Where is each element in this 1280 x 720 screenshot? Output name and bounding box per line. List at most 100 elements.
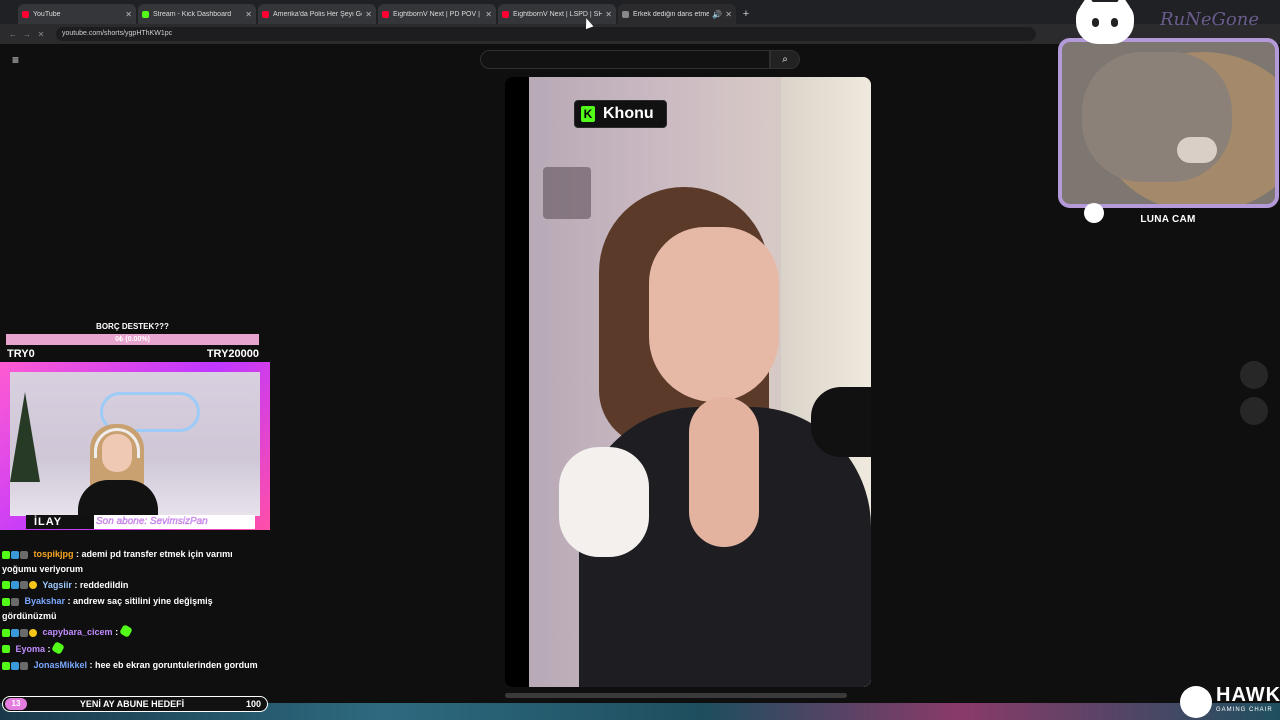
youtube-favicon-icon xyxy=(382,10,389,18)
browser-tab[interactable]: EightbornV Next | PD POV | #2 ✕ xyxy=(378,4,496,24)
sub-badge-icon xyxy=(11,661,19,670)
wall-decor xyxy=(543,167,591,219)
youtube-favicon-icon xyxy=(22,10,29,18)
kick-favicon-icon xyxy=(142,10,149,18)
chat-panel: tospikjpg : ademi pd transfer etmek için… xyxy=(2,547,260,675)
chat-username[interactable]: Yagsiir xyxy=(42,580,72,590)
cam-label: LUNA CAM xyxy=(1140,214,1196,225)
search-button[interactable]: ⌕ xyxy=(770,50,800,69)
close-tab-icon[interactable]: ✕ xyxy=(365,10,372,19)
video-progress-bar[interactable] xyxy=(505,693,847,698)
chat-badges xyxy=(2,548,29,562)
close-tab-icon[interactable]: ✕ xyxy=(485,10,492,19)
browser-tab-active[interactable]: Erkek dediğin dans etmeyi 🔊 ✕ xyxy=(618,4,736,24)
search-icon: ⌕ xyxy=(782,54,788,65)
cat-paw xyxy=(1177,137,1217,163)
tab-title: YouTube xyxy=(33,10,61,18)
tab-title: Amerika'da Polis Her Şeyi Görü xyxy=(273,10,363,18)
sponsor-logo: HAWK GAMING CHAIR xyxy=(1180,684,1280,718)
tab-title: Stream - Kick Dashboard xyxy=(153,10,232,18)
new-tab-button[interactable]: + xyxy=(738,4,754,24)
close-tab-icon[interactable]: ✕ xyxy=(605,10,612,19)
globe-favicon-icon xyxy=(622,10,629,18)
browser-tab[interactable]: YouTube ✕ xyxy=(18,4,136,24)
streamer-name: İLAY xyxy=(26,515,96,529)
browser-tab[interactable]: EightbornV Next | LSPD | SHIT ✕ xyxy=(498,4,616,24)
latest-sub-ticker: Son abone: SevimsizPan xyxy=(94,515,255,529)
brand-logo: RuNeGone xyxy=(1160,9,1260,30)
kick-logo-icon: K xyxy=(581,106,595,122)
chat-message: capybara_cicem : xyxy=(2,624,260,640)
youtube-favicon-icon xyxy=(502,10,509,18)
youtube-favicon-icon xyxy=(262,10,269,18)
browser-tab[interactable]: Stream - Kick Dashboard ✕ xyxy=(138,4,256,24)
person-hand xyxy=(689,397,759,547)
kick-badge-icon xyxy=(2,645,10,654)
donation-goal-bar: 0₺ (0.00%) xyxy=(6,334,259,345)
channel-watermark: K Khonu xyxy=(574,100,667,128)
kick-emote-icon xyxy=(51,640,65,655)
chat-badges xyxy=(2,642,11,656)
donation-goal-min: TRY0 xyxy=(7,348,35,360)
person-face xyxy=(649,227,779,402)
chat-badges xyxy=(2,659,29,673)
chat-username[interactable]: tospikjpg xyxy=(34,549,74,559)
stop-loading-icon[interactable]: ✕ xyxy=(34,30,48,39)
chat-badges xyxy=(2,626,38,640)
microphone xyxy=(811,387,871,457)
chat-text: hee eb ekran goruntulerinden gordum xyxy=(95,660,258,671)
coin-badge-icon xyxy=(29,581,37,590)
tier-badge-icon xyxy=(20,628,28,637)
chat-message: Yagsiir : reddedildin xyxy=(2,578,260,593)
donation-goal-progress: 0₺ (0.00%) xyxy=(115,336,150,343)
chat-username[interactable]: capybara_cicem xyxy=(43,627,113,637)
sub-badge-icon xyxy=(11,581,19,590)
sub-goal-label: YENİ AY ABUNE HEDEFİ xyxy=(79,699,185,709)
tier-badge-icon xyxy=(20,581,28,590)
chat-username[interactable]: JonasMikkel xyxy=(34,660,88,670)
screen: YouTube ✕ Stream - Kick Dashboard ✕ Amerik… xyxy=(0,0,1280,720)
kick-badge-icon xyxy=(2,661,10,670)
sub-goal-bar: 13 YENİ AY ABUNE HEDEFİ 100 xyxy=(2,696,268,712)
kick-badge-icon xyxy=(2,628,10,637)
browser-tab[interactable]: Amerika'da Polis Her Şeyi Görü ✕ xyxy=(258,4,376,24)
watermark-text: Khonu xyxy=(603,105,654,122)
streamer-torso xyxy=(78,480,158,516)
webcam-feed xyxy=(10,372,260,516)
tab-title: Erkek dediğin dans etmeyi xyxy=(633,10,710,18)
search-input[interactable] xyxy=(480,50,770,69)
shorts-player[interactable]: K Khonu xyxy=(505,77,871,687)
sub-badge-icon xyxy=(11,628,19,637)
back-icon[interactable]: ← xyxy=(6,30,20,39)
forward-icon[interactable]: → xyxy=(20,30,34,39)
cat-cam-feed xyxy=(1058,38,1279,208)
close-tab-icon[interactable]: ✕ xyxy=(125,10,132,19)
chat-username[interactable]: Eyoma xyxy=(16,644,46,654)
hawk-logo-icon xyxy=(1180,686,1212,718)
kick-badge-icon xyxy=(2,581,10,590)
audio-icon[interactable]: 🔊 xyxy=(712,10,722,19)
previous-short-button[interactable] xyxy=(1240,361,1268,389)
chat-text: reddedildin xyxy=(79,579,129,590)
cat-eye xyxy=(1092,18,1099,27)
video-frame[interactable]: K Khonu xyxy=(529,77,871,687)
sub-goal-target: 100 xyxy=(245,699,261,709)
chat-message: Eyoma : xyxy=(2,640,260,657)
chat-username[interactable]: Byakshar xyxy=(25,596,66,606)
url-field[interactable]: youtube.com/shorts/ygpHThKW1pc xyxy=(56,27,1036,41)
next-short-button[interactable] xyxy=(1240,397,1268,425)
streamer-webcam xyxy=(0,362,270,530)
cat-eye xyxy=(1111,18,1118,27)
close-tab-icon[interactable]: ✕ xyxy=(245,10,252,19)
chat-badges xyxy=(2,578,38,592)
hamburger-menu-icon[interactable]: ≡ xyxy=(12,53,24,67)
cat-mascot-icon xyxy=(1076,0,1134,44)
sponsor-tagline: GAMING CHAIR xyxy=(1216,707,1273,713)
chat-badges xyxy=(2,595,20,609)
chat-message: Byakshar : andrew saç sitilini yine deği… xyxy=(2,595,213,621)
tier-badge-icon xyxy=(20,550,28,559)
chat-message: JonasMikkel : hee eb ekran goruntulerind… xyxy=(2,658,260,673)
close-tab-icon[interactable]: ✕ xyxy=(725,10,732,19)
kick-badge-icon xyxy=(2,550,10,559)
donation-goal-max: TRY20000 xyxy=(206,348,259,360)
